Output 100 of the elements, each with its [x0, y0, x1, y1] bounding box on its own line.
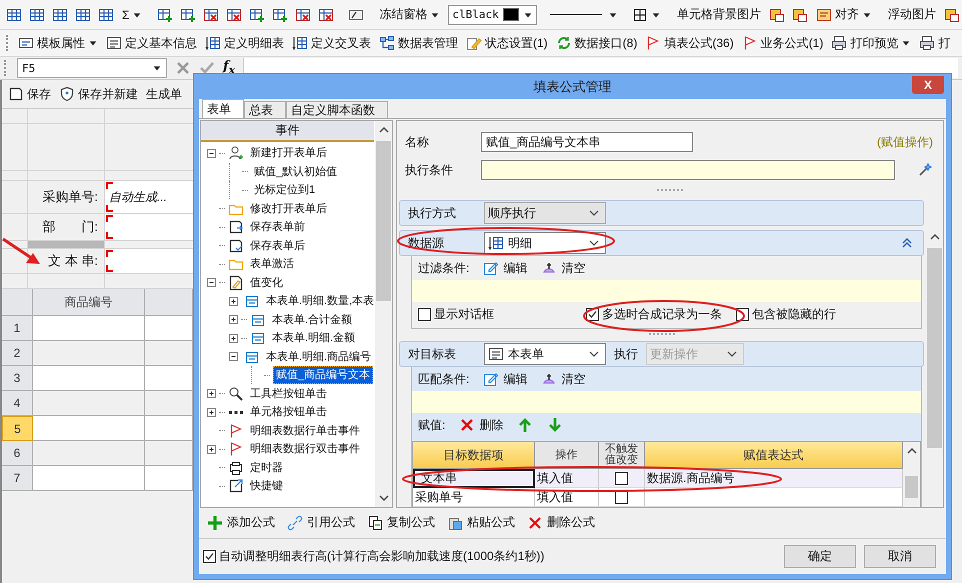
toolbar-button[interactable]: 数据表管理: [378, 32, 459, 54]
delete-column-icon[interactable]: [295, 6, 312, 22]
delete-row-icon[interactable]: [226, 6, 242, 22]
image-icon[interactable]: [768, 6, 785, 22]
expand-icon[interactable]: [207, 389, 216, 398]
freeze-button[interactable]: 冻结窗格: [378, 4, 442, 25]
delete-row-icon[interactable]: [203, 6, 220, 22]
float-image-button[interactable]: 浮动图片: [886, 4, 937, 25]
sheet-cell[interactable]: [33, 441, 145, 466]
toolbar-button[interactable]: 生成单: [146, 86, 182, 102]
tab[interactable]: 表单: [202, 99, 244, 118]
sheet-corner[interactable]: [2, 289, 33, 316]
arrow-up-icon[interactable]: [517, 417, 534, 433]
sheet-cell[interactable]: [33, 416, 145, 441]
tab[interactable]: 自定义脚本函数: [286, 101, 388, 118]
checkbox[interactable]: 自动调整明细表行高(计算行高会影响加载速度(1000条约1秒)): [203, 548, 544, 565]
magic-wand-icon[interactable]: [917, 162, 933, 178]
row-header[interactable]: 1: [2, 316, 33, 341]
toolbar-button[interactable]: 打: [918, 32, 952, 54]
sheet-cell[interactable]: [2, 274, 28, 289]
insert-row-icon[interactable]: [180, 6, 196, 22]
column-header[interactable]: [145, 289, 193, 316]
table-cell[interactable]: 采购单号: [413, 488, 535, 507]
color-picker[interactable]: clBlack: [448, 4, 537, 24]
sheet-cell[interactable]: [2, 249, 28, 274]
sheet-cell[interactable]: [145, 441, 193, 466]
row-header[interactable]: 6: [2, 441, 33, 466]
align-button[interactable]: 对齐: [814, 4, 873, 25]
tree-item[interactable]: 修改打开表单后: [247, 200, 330, 218]
image-icon[interactable]: [944, 6, 960, 22]
mode-dropdown[interactable]: 顺序执行: [484, 202, 606, 224]
row-header[interactable]: 2: [2, 341, 33, 366]
toolbar-button[interactable]: 保存并新建: [59, 86, 138, 102]
sheet-cell[interactable]: [2, 171, 28, 181]
close-button[interactable]: X: [912, 76, 944, 94]
cancel-icon[interactable]: [175, 60, 191, 76]
grid-icon[interactable]: [98, 6, 114, 22]
tree-item[interactable]: 保存表单前: [247, 218, 308, 236]
checkbox[interactable]: 多选时合成记录为一条: [586, 306, 722, 322]
row-header[interactable]: 5: [2, 416, 33, 441]
dialog-button[interactable]: 取消: [864, 544, 936, 568]
tree-item[interactable]: 赋值_默认初始值: [251, 162, 340, 181]
sheet-cell[interactable]: [2, 109, 28, 124]
expand-icon[interactable]: [229, 334, 238, 343]
tree-item[interactable]: 光标定位到1: [251, 181, 318, 200]
clear-button[interactable]: 清空: [541, 260, 586, 276]
filter-field[interactable]: [412, 280, 921, 302]
input-field[interactable]: [105, 214, 193, 241]
tree-item[interactable]: 本表单.明细.数量,本表: [263, 292, 378, 310]
cell-background-button[interactable]: 单元格背景图片: [676, 4, 762, 25]
sheet-cell[interactable]: [33, 466, 145, 491]
tab[interactable]: 总表: [244, 101, 286, 118]
tree-item[interactable]: 赋值_商品编号文本: [273, 366, 374, 384]
tree-item[interactable]: 明细表数据行单击事件: [247, 422, 363, 440]
sheet-cell[interactable]: [145, 316, 193, 341]
insert-row-icon[interactable]: [157, 6, 174, 22]
delete-column-icon[interactable]: [318, 6, 334, 22]
tree-item[interactable]: 本表单.明细.商品编号: [263, 348, 374, 366]
toolbar-button[interactable]: 状态设置(1): [465, 32, 549, 54]
sum-button[interactable]: Σ: [121, 6, 144, 24]
tree-item[interactable]: 新建打开表单后: [247, 144, 330, 162]
scrollbar-thumb[interactable]: [376, 141, 391, 301]
sheet-cell[interactable]: [28, 274, 105, 289]
toolbar-button[interactable]: 模板属性: [17, 32, 99, 54]
checkbox[interactable]: [615, 472, 628, 484]
cell-reference-field[interactable]: F5: [17, 58, 167, 78]
toolbar-button[interactable]: 填表公式(36): [644, 32, 735, 54]
sheet-cell[interactable]: [145, 416, 193, 441]
tree-item[interactable]: 定时器: [247, 458, 286, 477]
sheet-cell[interactable]: [145, 366, 193, 391]
collapse-icon[interactable]: [207, 278, 216, 288]
tree-item[interactable]: 本表单.明细.金额: [269, 329, 358, 348]
toolbar-button[interactable]: 业务公式(1): [740, 32, 824, 54]
column-header[interactable]: 商品编号: [33, 289, 145, 316]
match-field[interactable]: [412, 391, 921, 413]
toolbar-button[interactable]: 添加公式: [207, 514, 275, 532]
expand-icon[interactable]: [229, 315, 238, 324]
tree-item[interactable]: 明细表数据行双击事件: [247, 440, 363, 458]
border-icon[interactable]: [632, 6, 648, 22]
input-field[interactable]: 自动生成...: [105, 181, 193, 214]
column-header[interactable]: 赋值表达式: [645, 442, 903, 469]
tree-item[interactable]: 保存表单后: [247, 236, 308, 255]
toolbar-button[interactable]: 打印预览: [830, 32, 912, 54]
sheet-cell[interactable]: [33, 341, 145, 366]
toolbar-button[interactable]: 保存: [8, 86, 51, 102]
sheet-cell[interactable]: [33, 391, 145, 416]
edit-button[interactable]: 编辑: [483, 370, 528, 388]
delete-button[interactable]: 删除: [459, 416, 504, 434]
input-field[interactable]: [105, 249, 193, 274]
sheet-cell[interactable]: [33, 316, 145, 341]
column-header[interactable]: 不触发值改变: [599, 442, 645, 469]
column-header[interactable]: 目标数据项: [413, 442, 535, 469]
edit-button[interactable]: 编辑: [483, 260, 528, 276]
toolbar-button[interactable]: 定义明细表: [204, 32, 285, 54]
scrollbar-thumb[interactable]: [905, 476, 918, 498]
expand-icon[interactable]: [207, 444, 216, 454]
row-header[interactable]: 7: [2, 466, 33, 491]
tree-item[interactable]: 快捷键: [247, 477, 286, 496]
collapse-icon[interactable]: [207, 148, 216, 158]
sheet-cell[interactable]: [145, 466, 193, 491]
